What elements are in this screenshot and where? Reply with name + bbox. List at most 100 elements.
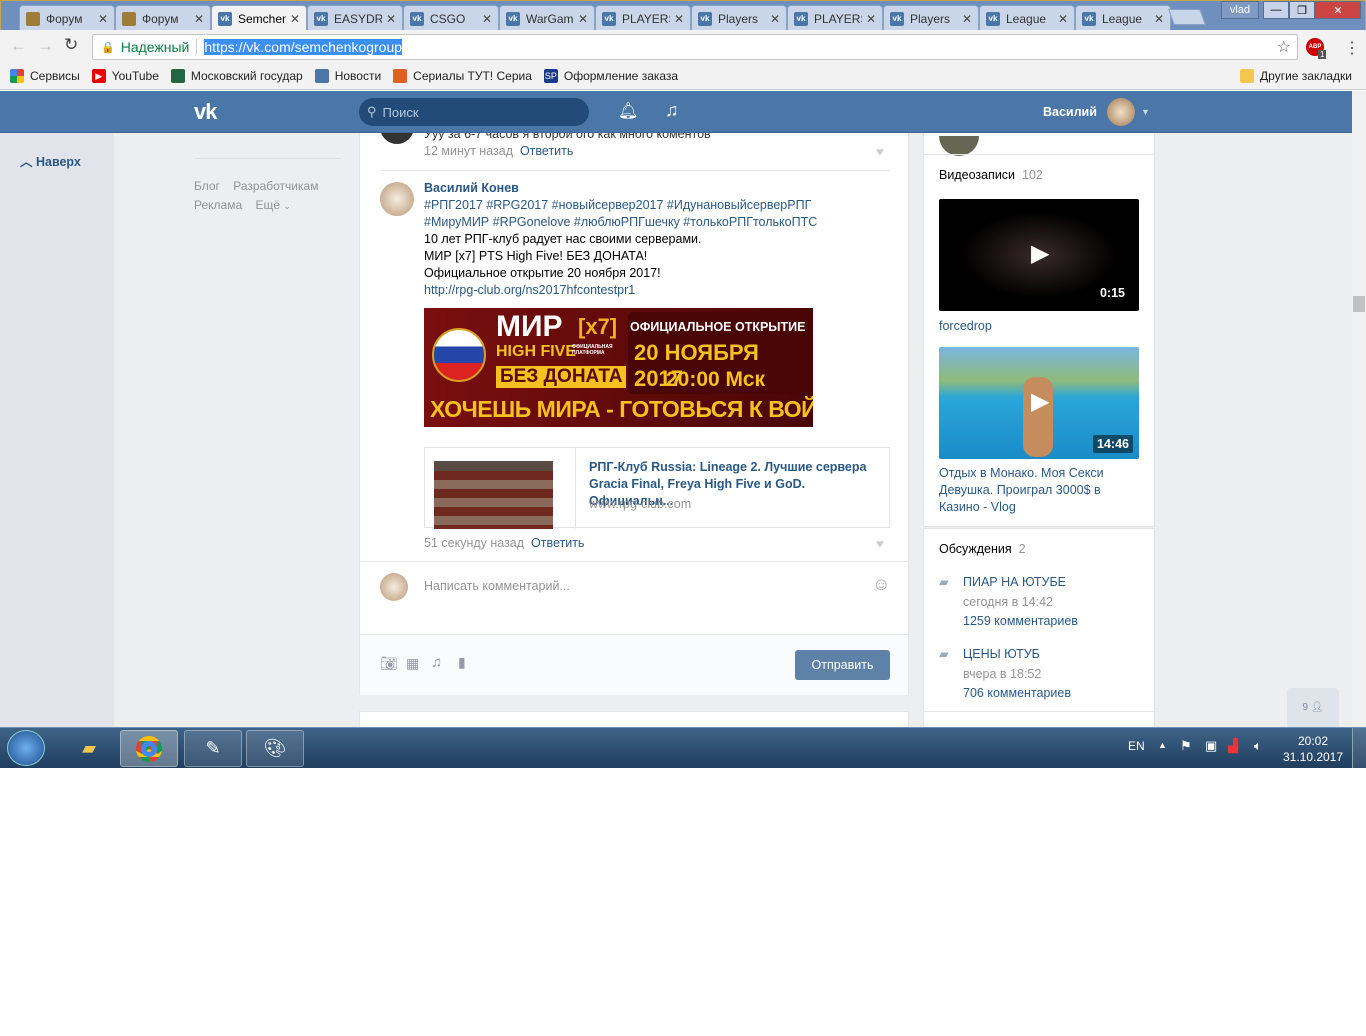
comment-link[interactable]: http://rpg-club.org/ns2017hfcontestpr1 [424,283,635,297]
send-button[interactable]: Отправить [795,650,890,680]
close-tab-icon[interactable]: ✕ [578,12,588,26]
other-bookmarks[interactable]: Другие закладки [1240,68,1352,83]
banner-image[interactable]: МИР [x7] HIGH FIVE ОФИЦИАЛЬНАЯ ПЛАТФОРМА… [424,308,813,427]
discussion-item[interactable]: ▰ ЦЕНЫ ЮТУБ вчера в 18:52 706 комментариев [939,645,1071,704]
new-tab-button[interactable] [1168,9,1206,25]
maximize-button[interactable]: ❐ [1289,1,1315,19]
action-center-icon[interactable]: ⚑ [1180,738,1192,754]
hashtags[interactable]: #МируМИР #RPGonelove #люблюРПГшечку #тол… [424,215,817,229]
address-bar[interactable]: 🔒 Надежный https://vk.com/semchenkogroup… [92,34,1298,60]
hashtags[interactable]: #РПГ2017 #RPG2017 #новыйсервер2017 #Идун… [424,198,811,212]
forward-icon[interactable]: → [37,36,54,56]
bookmark-youtube[interactable]: ▶ YouTube [91,68,159,83]
close-tab-icon[interactable]: ✕ [290,12,300,26]
close-tab-icon[interactable]: ✕ [866,12,876,26]
online-friends-button[interactable]: 9 👤︎ [1287,688,1339,727]
discussion-comments[interactable]: 1259 комментариев [963,614,1078,628]
music-icon[interactable]: ♫ [665,100,679,121]
reload-icon[interactable]: ↻ [64,35,78,55]
bell-icon[interactable]: 🔔︎ [618,101,638,121]
start-button[interactable] [7,730,45,766]
tab-5[interactable]: vk WarGames ✕ [499,5,595,31]
discussion-title[interactable]: ЦЕНЫ ЮТУБ [963,647,1040,661]
bookmark-sp[interactable]: SP Оформление заказа [543,68,678,83]
close-tab-icon[interactable]: ✕ [674,12,684,26]
close-tab-icon[interactable]: ✕ [482,12,492,26]
videos-title[interactable]: Видеозаписи [939,168,1015,182]
tray-expand-icon[interactable]: ▲ [1158,740,1167,750]
minimize-button[interactable]: — [1263,1,1289,19]
language-indicator[interactable]: EN [1128,739,1145,753]
chrome-icon[interactable] [120,730,178,767]
comment-time[interactable]: 51 секунду назад [424,536,524,550]
back-to-top[interactable]: ︿ Наверх [0,133,114,727]
document-icon[interactable]: ▮ [458,654,466,671]
heart-icon[interactable]: ♥ [876,536,884,551]
footer-link-more[interactable]: Ещё [255,198,280,212]
bookmark-vk[interactable]: Новости [314,68,381,83]
link-snippet[interactable]: РПГ-Клуб Russia: Lineage 2. Лучшие серве… [424,447,890,529]
vk-logo[interactable]: vk [194,99,218,125]
discussion-item[interactable]: ▰ ПИАР НА ЮТУБЕ сегодня в 14:42 1259 комме… [939,573,1078,632]
comment-time[interactable]: 12 минут назад [424,144,513,158]
power-icon[interactable]: ▣ [1205,738,1217,754]
discussion-title[interactable]: ПИАР НА ЮТУБЕ [963,575,1066,589]
close-tab-icon[interactable]: ✕ [386,12,396,26]
author-avatar[interactable] [380,182,414,216]
video-title[interactable]: forcedrop [939,319,992,333]
star-icon[interactable]: ☆ [1277,37,1291,57]
camera-icon[interactable]: 📷︎ [380,655,398,672]
discussion-comments[interactable]: 706 комментариев [963,686,1071,700]
user-menu[interactable]: Василий ▼ [1043,98,1150,126]
close-tab-icon[interactable]: ✕ [1058,12,1068,26]
tab-6[interactable]: vk PLAYERS ✕ [595,5,691,31]
footer-link-blog[interactable]: Блог [194,179,220,193]
search-input[interactable]: ⚲ Поиск [359,98,589,126]
scrollbar[interactable] [1352,91,1366,727]
network-icon[interactable]: ▟ [1228,738,1238,754]
tab-4[interactable]: vk CSGO ✕ [403,5,499,31]
scrollbar-thumb[interactable] [1353,296,1365,312]
close-tab-icon[interactable]: ✕ [1154,12,1164,26]
paint-icon[interactable]: 🎨︎ [246,730,304,767]
clock[interactable]: 20:02 31.10.2017 [1280,733,1346,765]
url-text[interactable]: https://vk.com/semchenkogroup [204,39,403,55]
discussions-title[interactable]: Обсуждения [939,542,1012,556]
video-icon[interactable]: ▦ [406,655,419,672]
show-desktop-button[interactable] [1352,728,1366,768]
bookmark-cat[interactable]: Сериалы ТУТ! Сериа [393,68,532,83]
reply-link[interactable]: Ответить [520,144,573,158]
video-thumbnail[interactable]: ▶ 14:46 [939,347,1139,459]
comment-input[interactable]: Написать комментарий... [424,579,864,593]
explorer-icon[interactable]: ▰ [60,730,118,767]
video-title[interactable]: Отдых в Монако. Моя Секси Девушка. Проиг… [939,465,1129,516]
music-icon[interactable]: ♫ [431,654,442,671]
profile-badge[interactable]: vlad [1221,1,1259,19]
close-tab-icon[interactable]: ✕ [98,12,108,26]
back-icon[interactable]: ← [10,36,27,56]
bookmark-msu[interactable]: Московский государ [170,68,303,83]
video-thumbnail[interactable]: ▶ 0:15 [939,199,1139,311]
author-name[interactable]: Василий Конев [424,181,519,195]
tab-10[interactable]: vk League ✕ [979,5,1075,31]
close-tab-icon[interactable]: ✕ [962,12,972,26]
tab-8[interactable]: vk PLAYERS ✕ [787,5,883,31]
heart-icon[interactable]: ♥ [876,144,884,159]
bookmark-apps[interactable]: Сервисы [10,68,80,83]
close-tab-icon[interactable]: ✕ [770,12,780,26]
notepad-icon[interactable]: ✎ [184,730,242,767]
footer-link-ads[interactable]: Реклама [194,198,242,212]
tab-0[interactable]: Форум ✕ [19,5,115,31]
tab-9[interactable]: vk Players ✕ [883,5,979,31]
tab-3[interactable]: vk EASYDROP ✕ [307,5,403,31]
footer-link-dev[interactable]: Разработчикам [233,179,318,193]
menu-icon[interactable]: ⋮ [1344,38,1360,58]
close-window-button[interactable]: ✕ [1315,1,1361,19]
close-tab-icon[interactable]: ✕ [194,12,204,26]
reply-link[interactable]: Ответить [531,536,584,550]
tab-1[interactable]: Форум ✕ [115,5,211,31]
tab-2[interactable]: vk Semchenko ✕ [211,5,307,31]
tab-7[interactable]: vk Players ✕ [691,5,787,31]
volume-icon[interactable]: 🔈︎ [1254,738,1262,754]
emoji-icon[interactable]: ☺ [872,574,890,595]
